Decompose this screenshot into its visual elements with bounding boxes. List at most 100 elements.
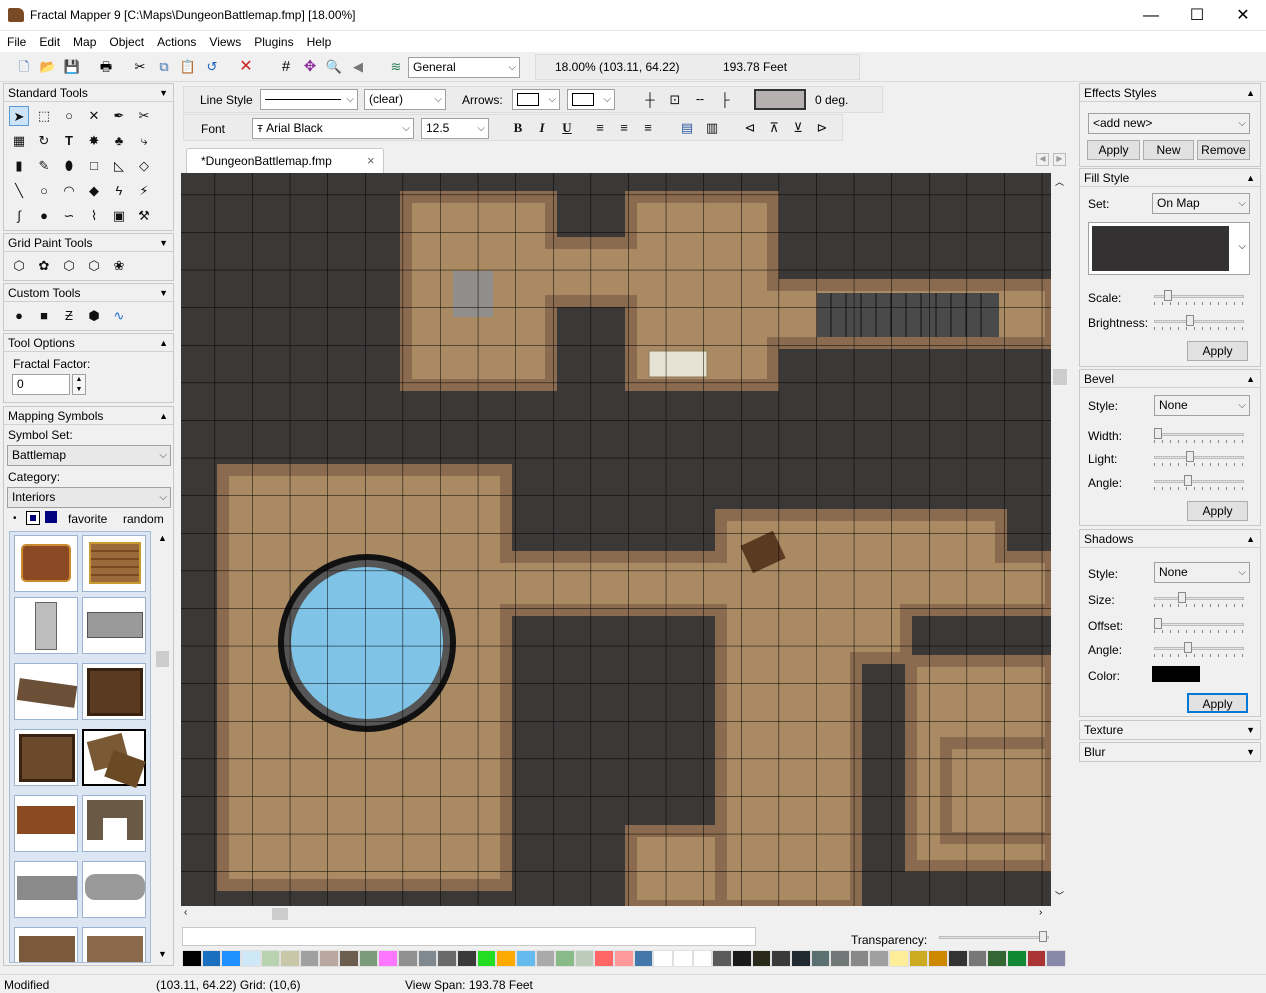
curve-icon[interactable]: ⤷ (134, 131, 154, 151)
palette-swatch[interactable] (280, 950, 300, 967)
font-family-select[interactable]: Ŧ Arial Black ⌵ (252, 118, 414, 139)
standard-tools-header[interactable]: Standard Tools ▼ (4, 84, 173, 102)
diamond-icon[interactable]: ◇ (134, 156, 154, 176)
symbol-set-select[interactable]: Battlemap ⌵ (7, 445, 171, 466)
fill-texture-select[interactable]: ⌵ (1088, 222, 1250, 275)
map-hscrollbar[interactable]: ‹ › (181, 906, 1051, 922)
scroll-down-icon[interactable]: ▼ (158, 949, 167, 959)
brightness-slider[interactable] (1154, 315, 1244, 330)
palette-swatch[interactable] (692, 950, 713, 967)
circle-icon[interactable]: ○ (34, 181, 54, 201)
italic-button[interactable]: I (532, 118, 552, 138)
lightning-icon[interactable]: ϟ (109, 181, 129, 201)
wave-shape-icon[interactable]: ⌇ (84, 206, 104, 226)
blob-icon[interactable]: ● (34, 206, 54, 226)
wave-icon[interactable]: ∽ (59, 206, 79, 226)
effects-styles-header[interactable]: Effects Styles ▲ (1080, 84, 1260, 102)
map-scroll-down-icon[interactable]: ﹀ (1055, 889, 1065, 901)
marquee-icon[interactable]: ⬚ (34, 106, 54, 126)
bevel-angle-slider[interactable] (1154, 475, 1244, 490)
arc-icon[interactable]: ◠ (59, 181, 79, 201)
palette-swatch[interactable] (830, 950, 850, 967)
blur-header[interactable]: Blur ▼ (1080, 743, 1260, 761)
palette-swatch[interactable] (319, 950, 340, 967)
zoom-icon[interactable]: 🔍 (323, 56, 345, 78)
menu-edit[interactable]: Edit (32, 31, 66, 51)
fill-select[interactable]: (clear) ⌵ (364, 89, 446, 110)
symbol-crate-x[interactable] (14, 729, 78, 786)
palette-swatch[interactable] (751, 950, 772, 967)
palette-swatch[interactable] (731, 950, 752, 967)
hex-cluster-icon[interactable]: ✿ (34, 256, 54, 276)
arrow-start-select[interactable]: ⌵ (512, 89, 560, 110)
shadow-size-slider[interactable] (1154, 592, 1244, 607)
map-scroll-left-icon[interactable]: ‹ (184, 907, 187, 918)
align-box-icon[interactable]: ⊡ (665, 90, 685, 110)
rotate-icon[interactable]: ↻ (34, 131, 54, 151)
bevel-header[interactable]: Bevel ▲ (1080, 370, 1260, 388)
shadow-style-select[interactable]: None ⌵ (1154, 562, 1250, 583)
align-edge-icon[interactable]: ├ (715, 90, 735, 110)
symbol-table[interactable] (14, 795, 78, 852)
palette-swatch[interactable] (967, 950, 988, 967)
bevel-apply-button[interactable]: Apply (1187, 501, 1248, 521)
hex-outline-icon[interactable]: ⬡ (84, 256, 104, 276)
shadow-offset-slider[interactable] (1154, 618, 1244, 633)
palette-swatch[interactable] (260, 950, 281, 967)
symbol-stamp-icon[interactable]: ▣ (109, 206, 129, 226)
fractal-factor-spinner[interactable]: ▲ ▼ (72, 374, 86, 395)
nav-down-icon[interactable]: ⊻ (788, 118, 808, 138)
palette-swatch[interactable] (594, 950, 615, 967)
custom-tools-header[interactable]: Custom Tools ▼ (4, 284, 173, 302)
map-scroll-right-icon[interactable]: › (1039, 907, 1042, 918)
text-strike-icon[interactable]: ▥ (702, 118, 722, 138)
palette-swatch[interactable] (869, 950, 890, 967)
fill-style-header[interactable]: Fill Style ▲ (1080, 169, 1260, 187)
nav-left-icon[interactable]: ⊲ (740, 118, 760, 138)
menu-map[interactable]: Map (66, 31, 102, 51)
delete-icon[interactable]: ✕ (235, 56, 257, 78)
palette-swatch[interactable] (182, 950, 202, 967)
map-vscrollbar[interactable]: ︿ ﹀ (1051, 173, 1069, 906)
palette-swatch[interactable] (535, 950, 556, 967)
scissors-node-icon[interactable]: ✂ (134, 106, 154, 126)
cut-icon[interactable]: ✂ (129, 56, 151, 78)
layer-select[interactable]: General ⌵ (408, 57, 520, 78)
texture-panel[interactable]: Texture ▼ (1079, 720, 1261, 740)
grid-paint-tools-header[interactable]: Grid Paint Tools ▼ (4, 234, 173, 252)
map-canvas[interactable] (181, 173, 1051, 906)
underline-button[interactable]: U (557, 118, 577, 138)
shadow-angle-slider[interactable] (1154, 642, 1244, 657)
symbol-chest-closed[interactable] (14, 535, 78, 592)
mapping-symbols-header[interactable]: Mapping Symbols ▲ (4, 407, 173, 425)
palette-swatch[interactable] (614, 950, 634, 967)
palette-swatch[interactable] (1006, 950, 1027, 967)
palette-swatch[interactable] (574, 950, 595, 967)
paint-bucket-icon[interactable]: ⚒ (134, 206, 154, 226)
effects-style-select[interactable]: <add new> ⌵ (1088, 113, 1250, 134)
palette-swatch[interactable] (299, 950, 320, 967)
palette-swatch[interactable] (496, 950, 516, 967)
hex-grid-icon[interactable]: ⬡ (9, 256, 29, 276)
symbol-plank[interactable] (14, 663, 78, 720)
palette-swatch[interactable] (928, 950, 948, 967)
node-edit-icon[interactable]: ✕ (84, 106, 104, 126)
align-cross-icon[interactable]: ┼ (640, 90, 660, 110)
tab-prev-icon[interactable]: ◀ (1036, 153, 1049, 166)
back-icon[interactable]: ◀ (347, 56, 369, 78)
custom-color-row[interactable] (182, 927, 756, 946)
scroll-up-icon[interactable]: ▲ (158, 533, 167, 543)
custom-river-icon[interactable]: ∿ (109, 306, 129, 326)
palette-swatch[interactable] (1026, 950, 1047, 967)
hex-fill-icon[interactable]: ⬡ (59, 256, 79, 276)
palette-swatch[interactable] (673, 950, 693, 967)
scroll-thumb[interactable] (156, 651, 169, 667)
bold-button[interactable]: B (508, 118, 528, 138)
grid-icon[interactable]: # (275, 56, 297, 78)
effects-new-button[interactable]: New (1143, 140, 1194, 160)
tab-close-icon[interactable]: × (367, 153, 375, 168)
palette-swatch[interactable] (712, 950, 732, 967)
palette-swatch[interactable] (849, 950, 870, 967)
pan-icon[interactable]: ✥ (299, 56, 321, 78)
symbol-bench[interactable] (82, 795, 146, 852)
